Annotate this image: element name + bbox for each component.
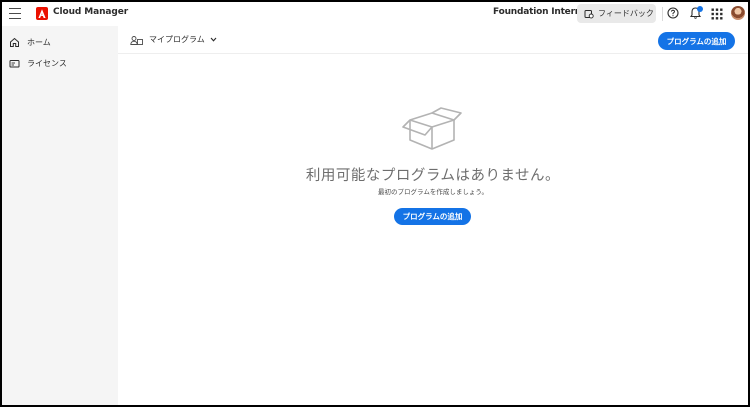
program-selector[interactable]: マイプログラム xyxy=(149,34,217,45)
program-icon xyxy=(130,36,143,45)
program-selector-label: マイプログラム xyxy=(149,35,205,44)
empty-state-subtext: 最初のプログラムを作成しましょう。 xyxy=(378,188,488,196)
empty-box-illustration xyxy=(402,107,462,150)
sidebar-item-home[interactable]: ホーム xyxy=(2,32,118,52)
main-content: マイプログラム プログラムの追加 利用可能なプログラムはありません。 最初のプロ… xyxy=(118,26,748,405)
add-program-button-center[interactable]: プログラムの追加 xyxy=(394,208,471,225)
hamburger-menu-icon[interactable] xyxy=(9,8,21,19)
sidebar-item-label: ライセンス xyxy=(27,58,67,68)
feedback-button[interactable]: フィードバック xyxy=(577,4,656,23)
top-header: Cloud Manager Foundation Internal フィードバッ… xyxy=(2,2,748,26)
sidebar-item-label: ホーム xyxy=(27,37,51,47)
chevron-down-icon xyxy=(210,37,217,42)
notification-dot xyxy=(697,6,703,12)
app-title[interactable]: Cloud Manager xyxy=(53,7,128,17)
feedback-label: フィードバック xyxy=(598,9,654,18)
empty-state-heading: 利用可能なプログラムはありません。 xyxy=(305,168,561,184)
sidebar-item-licenses[interactable]: ライセンス xyxy=(2,53,118,73)
adobe-logo-icon xyxy=(36,7,48,20)
header-divider xyxy=(662,7,663,21)
license-icon xyxy=(9,59,20,67)
sidebar: ホーム ライセンス xyxy=(2,26,118,405)
help-icon[interactable] xyxy=(667,7,679,19)
org-switcher[interactable]: Foundation Internal xyxy=(493,7,590,17)
app-switcher-grid-icon[interactable] xyxy=(711,8,723,20)
add-program-button[interactable]: プログラムの追加 xyxy=(658,32,735,50)
user-avatar[interactable] xyxy=(731,6,745,20)
home-icon xyxy=(10,37,19,47)
program-toolbar: マイプログラム プログラムの追加 xyxy=(118,26,748,54)
feedback-icon xyxy=(584,9,594,18)
app-window: Cloud Manager Foundation Internal フィードバッ… xyxy=(2,2,748,405)
